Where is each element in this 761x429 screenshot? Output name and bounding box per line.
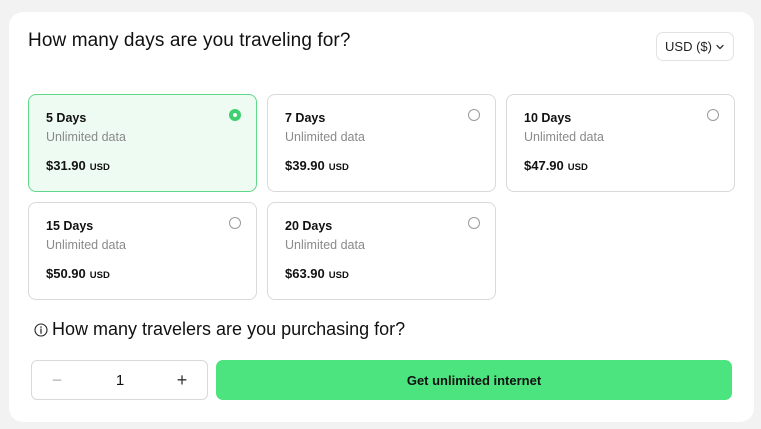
plan-option-20-days[interactable]: 20 Days Unlimited data $63.90 USD [267, 202, 496, 300]
plan-radio[interactable] [229, 217, 241, 229]
info-icon [34, 322, 48, 337]
plan-radio[interactable] [468, 217, 480, 229]
plan-description: Unlimited data [285, 238, 365, 252]
decrement-button[interactable]: − [46, 361, 68, 399]
plan-radio-selected[interactable] [229, 109, 241, 121]
plan-price-amount: $47.90 [524, 158, 564, 173]
plan-price: $63.90 USD [285, 266, 349, 281]
plan-price-amount: $31.90 [46, 158, 86, 173]
plan-radio[interactable] [707, 109, 719, 121]
page-title: How many days are you traveling for? [28, 30, 351, 51]
plan-option-10-days[interactable]: 10 Days Unlimited data $47.90 USD [506, 94, 735, 192]
currency-selector[interactable]: USD ($) [656, 32, 734, 61]
plan-price-currency: USD [567, 162, 588, 173]
plan-price: $39.90 USD [285, 158, 349, 173]
currency-selector-value: USD ($) [665, 39, 712, 54]
plan-description: Unlimited data [46, 238, 126, 252]
plan-price-amount: $39.90 [285, 158, 325, 173]
travelers-question: How many travelers are you purchasing fo… [34, 319, 405, 340]
quantity-value[interactable]: 1 [92, 361, 148, 399]
plan-name: 20 Days [285, 219, 333, 233]
plan-radio[interactable] [468, 109, 480, 121]
plan-option-15-days[interactable]: 15 Days Unlimited data $50.90 USD [28, 202, 257, 300]
plan-price-currency: USD [328, 270, 349, 281]
plan-name: 15 Days [46, 219, 94, 233]
chevron-down-icon [716, 44, 724, 49]
plan-price: $31.90 USD [46, 158, 110, 173]
plan-option-5-days[interactable]: 5 Days Unlimited data $31.90 USD [28, 94, 257, 192]
plan-price-currency: USD [328, 162, 349, 173]
plan-price-amount: $63.90 [285, 266, 325, 281]
plan-description: Unlimited data [46, 130, 126, 144]
plan-description: Unlimited data [524, 130, 604, 144]
plan-description: Unlimited data [285, 130, 365, 144]
plan-price: $50.90 USD [46, 266, 110, 281]
plan-price-amount: $50.90 [46, 266, 86, 281]
plan-name: 7 Days [285, 111, 326, 125]
plan-option-7-days[interactable]: 7 Days Unlimited data $39.90 USD [267, 94, 496, 192]
plan-price-currency: USD [89, 162, 110, 173]
quantity-stepper: − 1 + [31, 360, 208, 400]
plan-name: 5 Days [46, 111, 87, 125]
plan-price: $47.90 USD [524, 158, 588, 173]
travelers-question-text: How many travelers are you purchasing fo… [52, 319, 406, 339]
plan-price-currency: USD [89, 270, 110, 281]
get-unlimited-internet-button[interactable]: Get unlimited internet [216, 360, 732, 400]
increment-button[interactable]: + [171, 361, 193, 399]
plan-selection-card: How many days are you traveling for? USD… [9, 12, 754, 422]
plan-name: 10 Days [524, 111, 572, 125]
